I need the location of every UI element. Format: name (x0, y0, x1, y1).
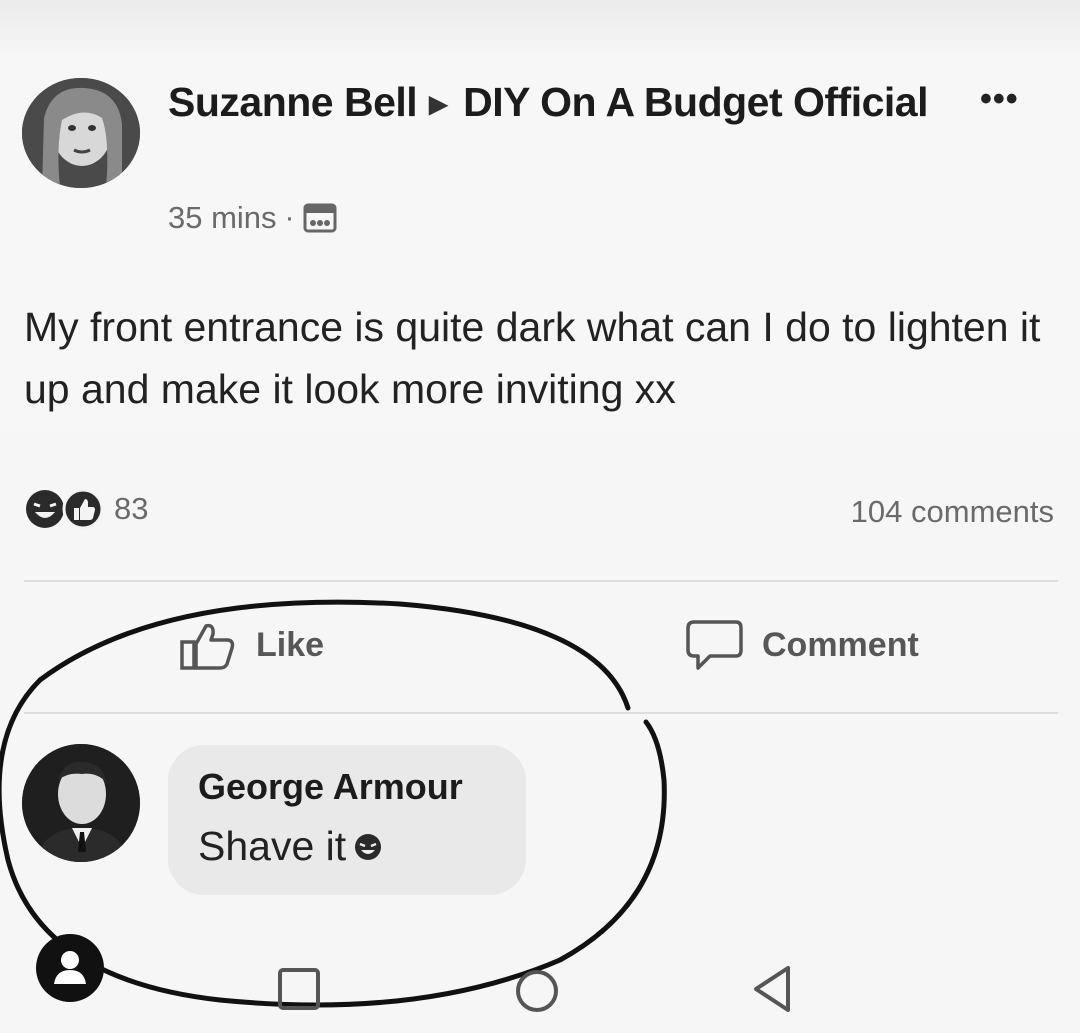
divider (24, 712, 1058, 714)
haha-reaction-icon (26, 490, 64, 528)
reaction-count: 83 (114, 491, 149, 526)
like-button[interactable]: Like (178, 618, 324, 672)
emoji-icon (355, 833, 382, 860)
thumbs-up-icon (180, 623, 235, 670)
back-icon[interactable] (748, 962, 798, 1016)
author-avatar[interactable] (22, 78, 140, 188)
comment-text-row: Shave it (198, 823, 386, 870)
post-text: My front entrance is quite dark what can… (24, 304, 1041, 412)
like-reaction-icon (62, 488, 104, 530)
like-label: Like (256, 625, 325, 664)
comment-text: Shave it (198, 823, 347, 869)
post-meta: 35 mins · (168, 200, 337, 236)
separator-dot: · (284, 201, 295, 234)
more-horizontal-icon[interactable]: ••• (980, 80, 1019, 119)
home-icon[interactable] (512, 966, 562, 1016)
arrow-right-icon: ▶ (429, 91, 448, 119)
post-screen: Suzanne Bell ▶ DIY On A Budget Official ••… (0, 0, 1080, 1033)
reaction-summary[interactable]: 83 (24, 488, 148, 530)
group-audience-icon (303, 203, 337, 233)
commenter-avatar[interactable] (22, 744, 140, 862)
recents-icon[interactable] (274, 964, 324, 1014)
post-time[interactable]: 35 mins (168, 200, 277, 236)
comment-label: Comment (762, 625, 919, 664)
comment-button[interactable]: Comment (684, 618, 919, 672)
post-header: Suzanne Bell ▶ DIY On A Budget Official (168, 74, 928, 133)
comment-bubble-icon (686, 620, 743, 670)
author-name[interactable]: Suzanne Bell (168, 79, 418, 125)
group-name[interactable]: DIY On A Budget Official (463, 79, 928, 125)
comment-count[interactable]: 104 comments (851, 494, 1054, 530)
commenter-name[interactable]: George Armour (198, 766, 463, 808)
divider (24, 580, 1058, 582)
profile-icon[interactable] (36, 934, 104, 1002)
